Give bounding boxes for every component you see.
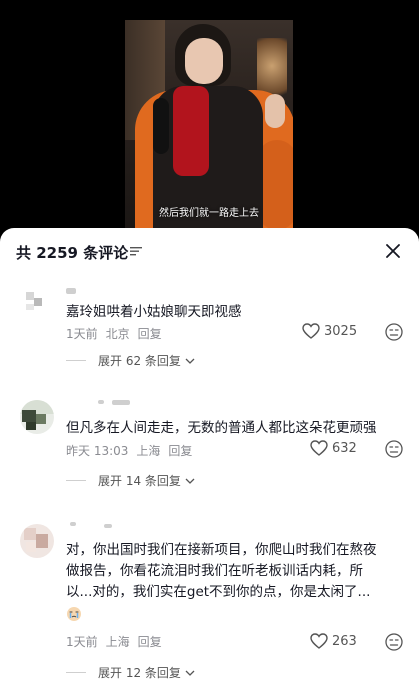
comment-text-line: 做报告，你看花流泪时我们在听老板训话内耗，所 [66,563,363,579]
avatar[interactable] [20,524,54,558]
expand-replies-button[interactable]: 展开 12 条回复 [66,664,195,681]
expand-replies-label: 展开 14 条回复 [98,474,181,488]
close-icon[interactable] [383,241,403,261]
divider-dash [66,672,86,673]
divider-dash [66,480,86,481]
expand-replies-label: 展开 62 条回复 [98,354,181,368]
comment-time: 昨天 13:03 [66,444,129,458]
heart-icon [302,323,320,339]
comment-item: 嘉玲姐哄着小姑娘聊天即视感 1天前 北京 回复 3025 展开 62 条回复 [0,278,419,378]
comment-count-title: 共 2259 条评论 [16,244,129,262]
comment-text: 对，你出国时我们在接新项目，你爬山时我们在熬夜 做报告，你看花流泪时我们在听老板… [66,540,377,603]
comment-item: 对，你出国时我们在接新项目，你爬山时我们在熬夜 做报告，你看花流泪时我们在听老板… [0,518,419,690]
person-hand [265,94,285,128]
comment-location: 北京 [105,327,130,341]
comment-location: 上海 [105,635,130,649]
comments-sheet: 共 2259 条评论 嘉玲姐哄着小姑娘聊天即视感 1天前 北京 回复 3025 … [0,228,419,690]
comment-meta: 昨天 13:03 上海 回复 [66,442,200,459]
red-scarf [173,86,209,176]
heart-icon [310,633,328,649]
like-count: 263 [332,633,357,649]
avatar[interactable] [20,400,54,434]
dislike-face-icon[interactable] [384,632,404,652]
comment-text: 嘉玲姐哄着小姑娘聊天即视感 [66,304,242,320]
comment-time: 1天前 [66,635,98,649]
comment-text: 但凡多在人间走走，无数的普通人都比这朵花更顽强 [66,420,377,436]
video-subtitle: 然后我们就一路走上去 [159,208,259,219]
video-player[interactable]: 然后我们就一路走上去 [0,0,419,232]
comment-item: 但凡多在人间走走，无数的普通人都比这朵花更顽强 昨天 13:03 上海 回复 632… [0,394,419,494]
chevron-down-icon [185,670,195,676]
comment-time: 1天前 [66,327,98,341]
avatar[interactable] [20,284,54,318]
comment-location: 上海 [136,444,161,458]
person-face [185,38,223,84]
reply-button[interactable]: 回复 [138,327,162,341]
chevron-down-icon [185,478,195,484]
comment-text-line: 对，你出国时我们在接新项目，你爬山时我们在熬夜 [66,542,377,558]
comment-meta: 1天前 上海 回复 [66,633,170,650]
chevron-down-icon [185,358,195,364]
heart-icon [310,440,328,456]
like-button[interactable]: 632 [310,440,357,456]
expand-replies-button[interactable]: 展开 14 条回复 [66,472,195,489]
comment-text-line: 以...对的，我们实在get不到你的点，你是太闲了... [66,584,371,600]
sort-lines-icon[interactable] [130,246,142,256]
reply-button[interactable]: 回复 [168,444,192,458]
dislike-face-icon[interactable] [384,439,404,459]
like-count: 3025 [324,323,358,339]
reply-button[interactable]: 回复 [138,635,162,649]
expand-replies-label: 展开 12 条回复 [98,666,181,680]
video-frame: 然后我们就一路走上去 [125,20,293,232]
divider-dash [66,360,86,361]
dislike-face-icon[interactable] [384,322,404,342]
crying-face-emoji [67,607,81,621]
expand-replies-button[interactable]: 展开 62 条回复 [66,352,195,369]
like-button[interactable]: 263 [310,633,357,649]
microphone [153,98,169,154]
like-button[interactable]: 3025 [302,323,357,339]
comments-header: 共 2259 条评论 [0,228,419,278]
comment-meta: 1天前 北京 回复 [66,325,170,342]
like-count: 632 [332,440,357,456]
